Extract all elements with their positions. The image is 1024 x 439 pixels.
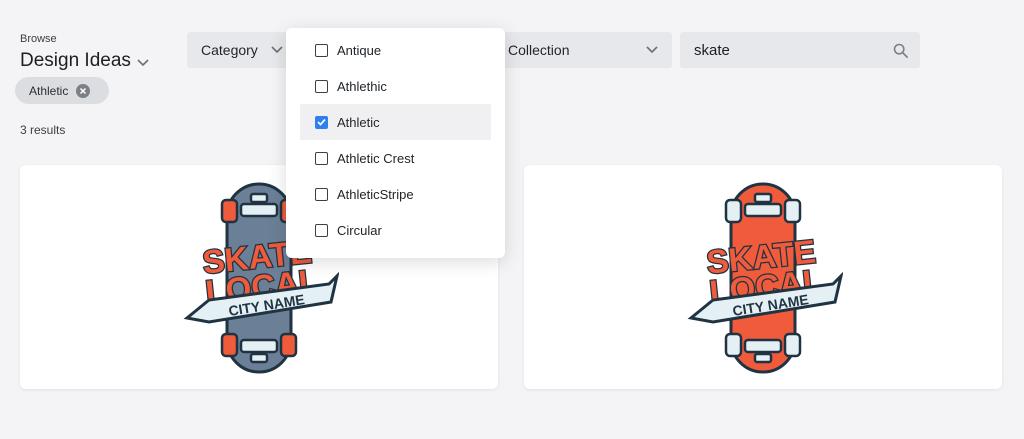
dropdown-option-athletic[interactable]: Athletic bbox=[300, 104, 491, 140]
page-title-text: Design Ideas bbox=[20, 50, 131, 71]
collection-filter-label: Collection bbox=[508, 42, 570, 58]
check-icon bbox=[317, 118, 326, 126]
dropdown-option-athlethic[interactable]: Athlethic bbox=[300, 68, 491, 104]
option-label: AthleticStripe bbox=[337, 186, 414, 202]
chip-label: Athletic bbox=[29, 83, 69, 98]
search-input[interactable] bbox=[694, 41, 893, 59]
checkbox[interactable] bbox=[315, 79, 328, 93]
category-filter-label: Category bbox=[201, 42, 258, 58]
results-count: 3 results bbox=[20, 123, 66, 137]
chevron-down-icon bbox=[137, 58, 149, 66]
dropdown-option-antique[interactable]: Antique bbox=[300, 32, 491, 68]
option-label: Athletic Crest bbox=[337, 150, 415, 166]
checkbox[interactable] bbox=[315, 151, 328, 165]
category-dropdown-menu: Antique Athlethic Athletic Athletic Cres… bbox=[286, 28, 505, 258]
option-label: Athlethic bbox=[337, 78, 387, 94]
skate-local-logo: SKATE LOCAL CITY NAME bbox=[687, 182, 843, 374]
remove-filter-icon[interactable] bbox=[76, 83, 91, 98]
collection-filter[interactable]: Collection bbox=[495, 32, 672, 68]
browse-label: Browse bbox=[20, 33, 57, 45]
design-card[interactable]: SKATE LOCAL CITY NAME bbox=[524, 165, 1002, 389]
option-label: Circular bbox=[337, 222, 382, 238]
checkbox[interactable] bbox=[315, 223, 328, 237]
dropdown-option-athleticstripe[interactable]: AthleticStripe bbox=[300, 176, 491, 212]
checkbox[interactable] bbox=[315, 43, 328, 57]
option-label: Athletic bbox=[337, 114, 380, 130]
checkbox[interactable] bbox=[315, 187, 328, 201]
search-icon[interactable] bbox=[893, 42, 908, 59]
active-filter-chip: Athletic bbox=[15, 77, 109, 104]
checkbox-checked[interactable] bbox=[315, 115, 328, 129]
chevron-down-icon bbox=[271, 46, 283, 54]
category-filter[interactable]: Category bbox=[187, 32, 297, 68]
chevron-down-icon bbox=[646, 46, 658, 54]
option-label: Antique bbox=[337, 42, 382, 58]
search-box bbox=[680, 32, 920, 68]
dropdown-option-circular[interactable]: Circular bbox=[300, 212, 491, 248]
dropdown-option-athletic-crest[interactable]: Athletic Crest bbox=[300, 140, 491, 176]
page-title-dropdown[interactable]: Design Ideas bbox=[20, 50, 149, 72]
